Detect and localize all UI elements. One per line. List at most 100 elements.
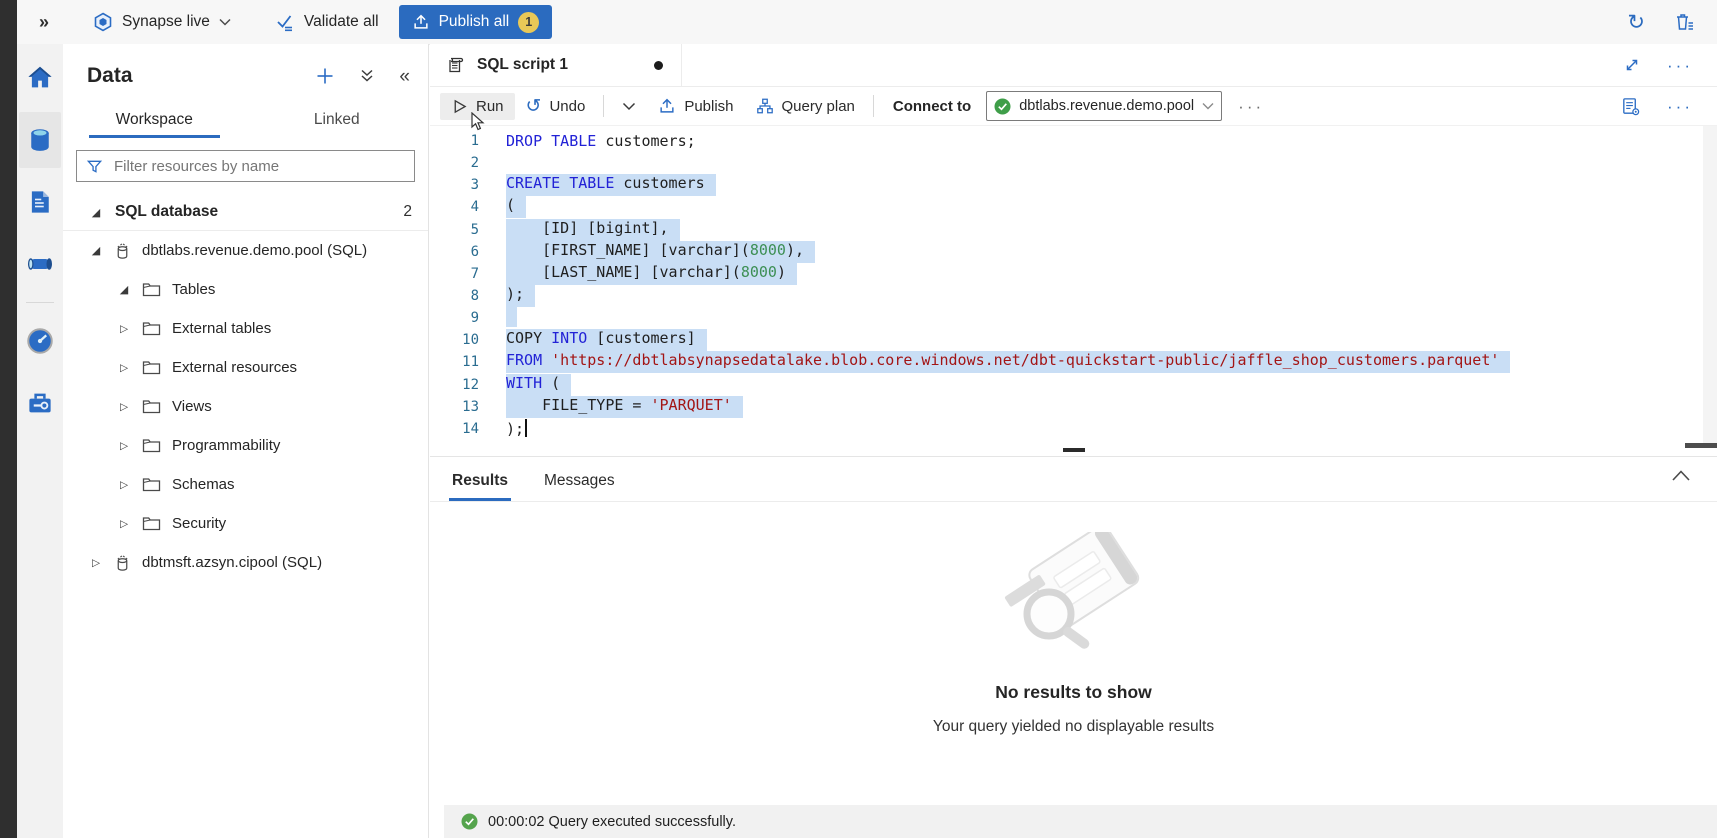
validate-all-button[interactable]: Validate all <box>275 12 379 32</box>
more-actions-icon[interactable]: ··· <box>1667 57 1693 74</box>
tree-node-tables[interactable]: ◢Tables <box>63 270 428 309</box>
expand-node-icon[interactable]: ▷ <box>117 401 131 413</box>
collapse-node-icon[interactable]: ◢ <box>89 244 103 257</box>
code-line-11[interactable]: 11FROM 'https://dbtlabsynapsedatalake.bl… <box>430 351 1717 373</box>
sql-code-editor[interactable]: 1DROP TABLE customers; 2 3CREATE TABLE cus… <box>430 126 1717 448</box>
selection-highlight: ); <box>506 285 535 307</box>
line-number[interactable]: 1 <box>430 133 506 149</box>
selection-highlight: CREATE TABLE customers <box>506 174 716 196</box>
empty-subtitle: Your query yielded no displayable result… <box>933 718 1214 736</box>
expand-menu-chevrons-icon[interactable]: » <box>39 12 49 33</box>
tree-node-dbtlabs-revenue-demo-pool-sql[interactable]: ◢dbtlabs.revenue.demo.pool (SQL) <box>63 231 428 270</box>
run-button[interactable]: Run <box>440 93 515 120</box>
code-line-8[interactable]: 8); <box>430 285 1717 307</box>
nav-data-button[interactable] <box>19 112 61 168</box>
tab-workspace[interactable]: Workspace <box>63 102 246 138</box>
tree-node-external-tables[interactable]: ▷External tables <box>63 309 428 348</box>
code-line-14[interactable]: 14); <box>430 418 1717 440</box>
editor-more-icon[interactable]: ··· <box>1667 98 1693 115</box>
double-chevron-down-icon[interactable] <box>359 68 375 84</box>
mode-selector[interactable]: Synapse live <box>93 12 231 32</box>
scrollbar-handle[interactable] <box>1685 443 1717 448</box>
collapse-results-chevron-icon[interactable] <box>1671 469 1691 482</box>
database-icon <box>114 242 131 260</box>
nav-integrate-button[interactable] <box>19 236 61 292</box>
results-splitter[interactable] <box>430 448 1717 457</box>
tree-node-schemas[interactable]: ▷Schemas <box>63 465 428 504</box>
code-line-7[interactable]: 7 [LAST_NAME] [varchar](8000) <box>430 263 1717 285</box>
code-line-1[interactable]: 1DROP TABLE customers; <box>430 130 1717 152</box>
undo-button[interactable]: ↺ Undo <box>515 92 597 121</box>
code-line-5[interactable]: 5 [ID] [bigint], <box>430 219 1717 241</box>
discard-all-icon[interactable] <box>1673 11 1695 33</box>
line-number[interactable]: 3 <box>430 177 506 193</box>
add-resource-icon[interactable] <box>315 66 335 86</box>
line-number[interactable]: 4 <box>430 199 506 215</box>
refresh-icon[interactable]: ↻ <box>1627 12 1645 33</box>
collapse-panel-icon[interactable]: « <box>399 67 410 86</box>
tree-node-security[interactable]: ▷Security <box>63 504 428 543</box>
tab-messages[interactable]: Messages <box>544 472 615 501</box>
splitter-drag-handle[interactable] <box>1063 448 1085 452</box>
database-icon <box>114 554 131 572</box>
code-line-9[interactable]: 9 <box>430 307 1717 329</box>
line-number[interactable]: 5 <box>430 222 506 238</box>
query-plan-button[interactable]: Query plan <box>745 92 866 120</box>
nav-manage-button[interactable] <box>19 375 61 431</box>
line-number[interactable]: 14 <box>430 421 506 437</box>
code-line-3[interactable]: 3CREATE TABLE customers <box>430 174 1717 196</box>
editor-scrollbar[interactable] <box>1703 126 1717 448</box>
nav-develop-button[interactable] <box>19 174 61 230</box>
expand-node-icon[interactable]: ▷ <box>117 440 131 452</box>
code-line-13[interactable]: 13 FILE_TYPE = 'PARQUET' <box>430 396 1717 418</box>
filter-box[interactable] <box>76 150 415 182</box>
filter-resources-input[interactable] <box>112 157 405 176</box>
chevron-down-icon <box>219 18 231 26</box>
line-number[interactable]: 12 <box>430 377 506 393</box>
publish-all-button[interactable]: Publish all 1 <box>399 5 553 39</box>
code-line-4[interactable]: 4( <box>430 196 1717 218</box>
line-number[interactable]: 6 <box>430 244 506 260</box>
tree-node-programmability[interactable]: ▷Programmability <box>63 426 428 465</box>
line-number[interactable]: 2 <box>430 155 506 171</box>
properties-icon[interactable] <box>1620 96 1641 117</box>
toolbar-overflow-icon[interactable]: ··· <box>1238 98 1264 115</box>
line-number[interactable]: 13 <box>430 399 506 415</box>
run-options-chevron[interactable] <box>611 97 647 116</box>
expand-node-icon[interactable]: ▷ <box>117 518 131 530</box>
line-number[interactable]: 7 <box>430 266 506 282</box>
publish-upload-icon <box>658 97 676 115</box>
nav-monitor-button[interactable] <box>19 313 61 369</box>
collapse-node-icon[interactable]: ◢ <box>117 283 131 296</box>
tree-node-dbtmsft-azsyn-cipool-sql[interactable]: ▷dbtmsft.azsyn.cipool (SQL) <box>63 543 428 582</box>
collapse-node-icon[interactable]: ◢ <box>89 206 103 219</box>
status-message: 00:00:02 Query executed successfully. <box>488 814 736 830</box>
tab-linked[interactable]: Linked <box>246 102 429 138</box>
nav-home-button[interactable] <box>19 50 61 106</box>
tree-root-sql-database[interactable]: ◢ SQL database 2 <box>63 194 428 231</box>
expand-node-icon[interactable]: ▷ <box>89 557 103 569</box>
expand-node-icon[interactable]: ▷ <box>117 479 131 491</box>
code-line-10[interactable]: 10COPY INTO [customers] <box>430 329 1717 351</box>
code-line-2[interactable]: 2 <box>430 152 1717 174</box>
nav-rail <box>17 44 63 838</box>
tab-sql-script-1[interactable]: SQL script 1 <box>430 44 682 86</box>
tree-node-external-resources[interactable]: ▷External resources <box>63 348 428 387</box>
expand-node-icon[interactable]: ▷ <box>117 362 131 374</box>
sql-script-icon <box>446 55 466 75</box>
toolbar-divider <box>603 95 604 117</box>
publish-button[interactable]: Publish <box>647 92 744 120</box>
code-line-6[interactable]: 6 [FIRST_NAME] [varchar](8000), <box>430 241 1717 263</box>
line-number[interactable]: 8 <box>430 288 506 304</box>
expand-node-icon[interactable]: ▷ <box>117 323 131 335</box>
line-number[interactable]: 10 <box>430 332 506 348</box>
expand-editor-icon[interactable] <box>1623 56 1641 74</box>
pool-select-dropdown[interactable]: dbtlabs.revenue.demo.pool <box>986 91 1222 121</box>
validate-all-label: Validate all <box>304 13 379 31</box>
home-icon <box>25 63 55 93</box>
line-number[interactable]: 11 <box>430 354 506 370</box>
code-line-12[interactable]: 12WITH ( <box>430 374 1717 396</box>
tree-node-views[interactable]: ▷Views <box>63 387 428 426</box>
line-number[interactable]: 9 <box>430 310 506 326</box>
tab-results[interactable]: Results <box>452 472 508 501</box>
